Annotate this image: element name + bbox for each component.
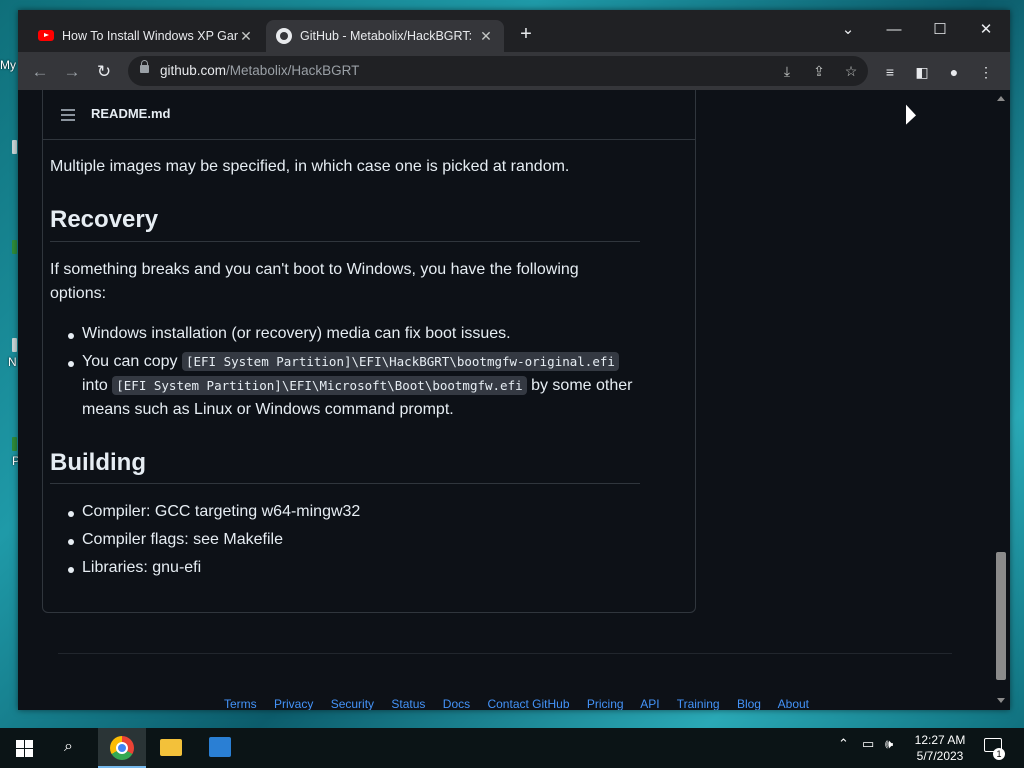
heading-divider bbox=[50, 483, 640, 484]
desktop-label-fragment: My bbox=[0, 58, 16, 72]
tab-search-icon[interactable]: ⌄ bbox=[830, 16, 866, 44]
scroll-down-arrow-icon[interactable] bbox=[997, 698, 1005, 703]
media-control-icon[interactable]: ≡ bbox=[880, 62, 900, 82]
search-icon: ⌕ bbox=[64, 738, 73, 755]
taskbar-photos[interactable] bbox=[197, 728, 245, 768]
footer-link-security[interactable]: Security bbox=[331, 697, 374, 710]
building-heading: Building bbox=[50, 449, 146, 476]
footer-link-training[interactable]: Training bbox=[677, 697, 720, 710]
tab-title: GitHub - Metabolix/HackBGRT: W bbox=[300, 29, 472, 43]
list-item: Libraries: gnu-efi bbox=[82, 559, 202, 576]
footer-link-privacy[interactable]: Privacy bbox=[274, 697, 313, 710]
folder-icon bbox=[160, 739, 182, 756]
list-item: Compiler: GCC targeting w64-mingw32 bbox=[82, 503, 361, 520]
tab-youtube[interactable]: How To Install Windows XP Gang ✕ bbox=[28, 20, 264, 52]
menu-icon[interactable]: ⋮ bbox=[976, 62, 996, 82]
scroll-up-arrow-icon[interactable] bbox=[997, 96, 1005, 101]
recovery-heading: Recovery bbox=[50, 206, 159, 233]
address-bar[interactable]: github.com/Metabolix/HackBGRT ⤓ ⇪ ☆ bbox=[128, 56, 868, 86]
desktop-icon[interactable] bbox=[12, 338, 17, 352]
list-bullet bbox=[68, 361, 74, 367]
outline-list-icon[interactable] bbox=[61, 109, 75, 124]
footer-link-status[interactable]: Status bbox=[391, 697, 425, 710]
lock-icon[interactable] bbox=[140, 60, 149, 73]
windows-start-icon[interactable] bbox=[16, 740, 33, 757]
search-button[interactable]: ⌕ bbox=[48, 728, 96, 768]
volume-icon[interactable]: 🕪 bbox=[885, 736, 893, 752]
bookmark-star-icon[interactable]: ☆ bbox=[842, 62, 860, 80]
install-app-icon[interactable]: ⤓ bbox=[778, 62, 796, 80]
url-text[interactable]: github.com/Metabolix/HackBGRT bbox=[160, 63, 359, 78]
share-icon[interactable]: ⇪ bbox=[810, 62, 828, 80]
list-bullet bbox=[68, 539, 74, 545]
list-bullet bbox=[68, 567, 74, 573]
browser-toolbar: ← → ↻ github.com/Metabolix/HackBGRT ⤓ ⇪ … bbox=[18, 52, 1010, 90]
mouse-cursor-icon bbox=[906, 104, 916, 130]
network-icon[interactable]: ▭ bbox=[862, 736, 874, 752]
tab-title: How To Install Windows XP Gang bbox=[62, 29, 238, 43]
taskbar-file-explorer[interactable] bbox=[148, 728, 196, 768]
back-button[interactable]: ← bbox=[28, 60, 52, 84]
readme-header: README.md bbox=[43, 90, 695, 140]
footer-link-contact[interactable]: Contact GitHub bbox=[487, 697, 569, 710]
footer-link-about[interactable]: About bbox=[778, 697, 809, 710]
close-window-button[interactable]: ✕ bbox=[968, 16, 1004, 44]
title-bar: How To Install Windows XP Gang ✕ GitHub … bbox=[18, 10, 1010, 52]
desktop-icon[interactable] bbox=[12, 240, 17, 254]
readme-filename: README.md bbox=[91, 106, 171, 121]
page-content: README.md Multiple images may be specifi… bbox=[18, 90, 992, 710]
photos-icon bbox=[209, 737, 231, 757]
list-item: Windows installation (or recovery) media… bbox=[82, 325, 511, 342]
desktop-label-fragment: N bbox=[8, 355, 17, 369]
taskbar: ⌕ ⌃ ▭ 🕪 12:27 AM 5/7/2023 1 bbox=[0, 728, 1024, 768]
minimize-button[interactable]: — bbox=[876, 16, 912, 44]
footer-divider bbox=[58, 653, 952, 654]
heading-divider bbox=[50, 241, 640, 242]
code-snippet: [EFI System Partition]\EFI\HackBGRT\boot… bbox=[181, 352, 619, 371]
desktop-icon[interactable] bbox=[12, 437, 17, 451]
page-scrollbar[interactable] bbox=[992, 90, 1010, 710]
footer-link-blog[interactable]: Blog bbox=[737, 697, 761, 710]
close-tab-icon[interactable]: ✕ bbox=[238, 28, 254, 44]
forward-button[interactable]: → bbox=[60, 60, 84, 84]
close-tab-icon[interactable]: ✕ bbox=[478, 28, 494, 44]
clock-date: 5/7/2023 bbox=[916, 749, 964, 763]
browser-window: How To Install Windows XP Gang ✕ GitHub … bbox=[18, 10, 1010, 710]
list-item: Compiler flags: see Makefile bbox=[82, 531, 283, 548]
scrollbar-thumb[interactable] bbox=[996, 552, 1006, 680]
footer-links: Terms Privacy Security Status Docs Conta… bbox=[224, 697, 823, 710]
github-icon bbox=[276, 28, 292, 44]
system-clock[interactable]: 12:27 AM 5/7/2023 bbox=[905, 732, 975, 764]
new-tab-button[interactable]: + bbox=[516, 24, 536, 44]
footer-link-pricing[interactable]: Pricing bbox=[587, 697, 624, 710]
side-panel-icon[interactable]: ◧ bbox=[912, 62, 932, 82]
recovery-paragraph: If something breaks and you can't boot t… bbox=[50, 261, 579, 302]
clock-time: 12:27 AM bbox=[914, 733, 966, 747]
chrome-icon bbox=[110, 736, 134, 760]
reload-button[interactable]: ↻ bbox=[92, 60, 116, 84]
footer-link-api[interactable]: API bbox=[640, 697, 659, 710]
list-bullet bbox=[68, 511, 74, 517]
footer-link-docs[interactable]: Docs bbox=[443, 697, 470, 710]
notification-count: 1 bbox=[993, 748, 1005, 760]
profile-icon[interactable]: ● bbox=[944, 62, 964, 82]
list-item: You can copy [EFI System Partition]\EFI\… bbox=[82, 352, 633, 418]
intro-paragraph: Multiple images may be specified, in whi… bbox=[50, 158, 570, 175]
list-bullet bbox=[68, 333, 74, 339]
code-snippet: [EFI System Partition]\EFI\Microsoft\Boo… bbox=[112, 376, 527, 395]
desktop-icon[interactable] bbox=[12, 140, 17, 154]
footer-link-terms[interactable]: Terms bbox=[224, 697, 257, 710]
youtube-icon bbox=[38, 30, 54, 41]
tab-github[interactable]: GitHub - Metabolix/HackBGRT: W ✕ bbox=[266, 20, 504, 52]
maximize-button[interactable]: ☐ bbox=[922, 16, 958, 44]
chevron-up-icon[interactable]: ⌃ bbox=[838, 736, 849, 752]
taskbar-chrome[interactable] bbox=[98, 728, 146, 768]
